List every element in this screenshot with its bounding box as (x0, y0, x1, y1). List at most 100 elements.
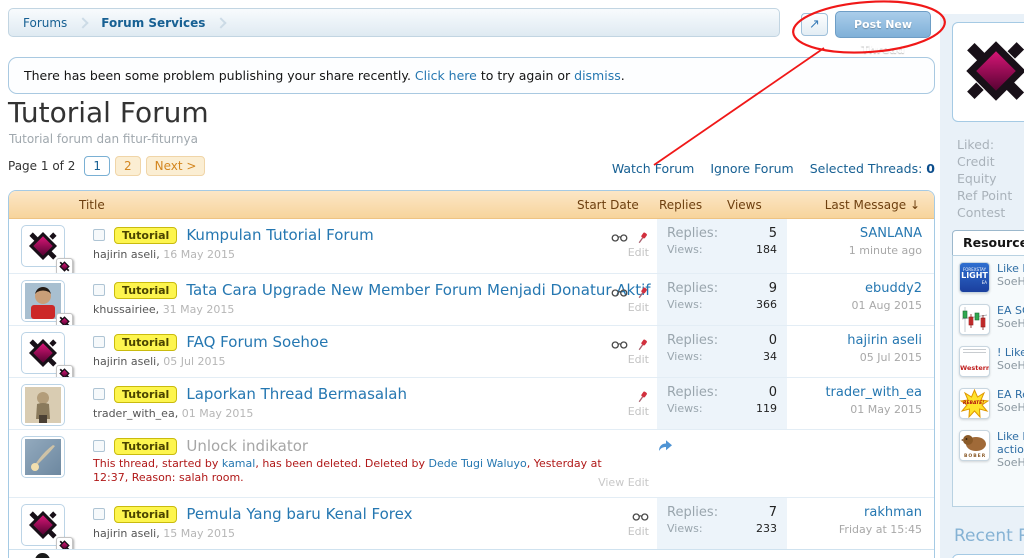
last-message-time[interactable]: 05 Jul 2015 (847, 351, 922, 364)
thread-author[interactable]: trader_with_ea, (93, 407, 178, 420)
last-message-time[interactable]: Friday at 15:45 (839, 523, 922, 536)
moderator-link[interactable]: Dede Tugi Waluyo (429, 457, 527, 470)
last-message-time[interactable]: 01 Aug 2015 (852, 299, 922, 312)
resource-title-link[interactable]: EA SCA (997, 304, 1024, 317)
header-start-date[interactable]: Start Date (577, 191, 639, 219)
next-page-button[interactable]: Next > (146, 156, 206, 176)
avatar[interactable] (21, 504, 65, 546)
deleted-by-user-link[interactable]: kamal (222, 457, 255, 470)
last-message-time[interactable]: 1 minute ago (849, 244, 922, 257)
dismiss-link[interactable]: dismiss (574, 68, 621, 83)
page-1-button[interactable]: 1 (84, 156, 110, 176)
tutorial-tag[interactable]: Tutorial (114, 334, 177, 351)
stat-contest[interactable]: Contest (957, 204, 1012, 221)
thread-title-link[interactable]: Pemula Yang baru Kenal Forex (186, 505, 412, 523)
views-count: 184 (756, 243, 777, 256)
last-message-cell: SANLANA 1 minute ago (849, 226, 922, 257)
last-message-user[interactable]: hajirin aseli (847, 333, 922, 348)
avatar[interactable] (21, 332, 65, 374)
resource-title-link[interactable]: EA Reb (997, 388, 1024, 401)
resource-title-link[interactable]: ! Like (997, 346, 1024, 359)
tutorial-tag[interactable]: Tutorial (114, 386, 177, 403)
stat-liked[interactable]: Liked: (957, 136, 1012, 153)
thread-checkbox[interactable] (93, 440, 105, 452)
western-icon[interactable]: Western (959, 346, 990, 377)
breadcrumb-forums[interactable]: Forums (9, 16, 81, 30)
thread-checkbox[interactable] (93, 284, 105, 296)
sketch-portrait-avatar (25, 387, 61, 423)
stat-equity[interactable]: Equity (957, 170, 1012, 187)
thread-byline: trader_with_ea, 01 May 2015 (93, 407, 253, 420)
thread-checkbox[interactable] (93, 336, 105, 348)
rebate-starburst-icon[interactable]: REBATE! (959, 388, 990, 419)
thread-author[interactable]: hajirin aseli, (93, 527, 160, 540)
last-message-user[interactable]: trader_with_ea (825, 385, 922, 400)
candlestick-chart-icon[interactable] (959, 304, 990, 335)
avatar[interactable] (21, 384, 65, 426)
resource-item: FOREXSTAY LIGHT EA Like F SoeHo (959, 262, 1024, 293)
breadcrumb-forum-services[interactable]: Forum Services (87, 16, 219, 30)
edit-link[interactable]: Edit (597, 246, 649, 259)
last-message-cell: hajirin aseli 05 Jul 2015 (847, 333, 922, 364)
forexstay-light-icon[interactable]: FOREXSTAY LIGHT EA (959, 262, 990, 293)
thread-checkbox[interactable] (93, 388, 105, 400)
tutorial-tag[interactable]: Tutorial (114, 506, 177, 523)
avatar[interactable] (21, 280, 65, 322)
last-message-user[interactable]: ebuddy2 (852, 281, 922, 296)
stat-ref-point[interactable]: Ref Point (957, 187, 1012, 204)
account-stats: Liked: Credit Equity Ref Point Contest (957, 136, 1012, 221)
thread-checkbox[interactable] (93, 229, 105, 241)
header-title[interactable]: Title (79, 191, 105, 219)
header-views[interactable]: Views (727, 191, 762, 219)
edit-link[interactable]: Edit (597, 301, 649, 314)
thread-title-link[interactable]: FAQ Forum Soehoe (186, 333, 328, 351)
thread-author[interactable]: hajirin aseli, (93, 248, 160, 261)
ignore-forum-link[interactable]: Ignore Forum (710, 161, 793, 176)
edit-link[interactable]: Edit (597, 525, 649, 538)
last-message-time[interactable]: 01 May 2015 (825, 403, 922, 416)
edit-link[interactable]: Edit (597, 405, 649, 418)
thread-byline: hajirin aseli, 05 Jul 2015 (93, 355, 226, 368)
header-last-message[interactable]: Last Message ↓ (825, 191, 920, 219)
sticky-pin-icon (636, 338, 649, 352)
avatar[interactable] (21, 436, 65, 478)
deleted-thread-title[interactable]: Unlock indikator (186, 437, 308, 455)
header-replies[interactable]: Replies (659, 191, 702, 219)
tutorial-tag[interactable]: Tutorial (114, 438, 177, 455)
edit-link[interactable]: Edit (597, 353, 649, 366)
watch-forum-link[interactable]: Watch Forum (612, 161, 695, 176)
click-here-link[interactable]: Click here (415, 68, 477, 83)
resource-title-link[interactable]: action (997, 443, 1024, 456)
stat-credit[interactable]: Credit (957, 153, 1012, 170)
last-message-user[interactable]: SANLANA (849, 226, 922, 241)
bober-beaver-icon[interactable]: BOBER (959, 430, 990, 461)
post-new-thread-button[interactable]: Post New Thread (835, 11, 931, 38)
tutorial-tag[interactable]: Tutorial (114, 227, 177, 244)
thread-checkbox[interactable] (93, 508, 105, 520)
thread-date: 05 Jul 2015 (163, 355, 225, 368)
quick-navigation-button[interactable]: ↗ (801, 13, 828, 36)
selected-threads[interactable]: Selected Threads:0 (810, 161, 935, 176)
resource-item: BOBER Like E action SoeHo (959, 430, 1024, 469)
soehoe-logo (961, 29, 1024, 113)
thread-author[interactable]: khussairiee, (93, 303, 159, 316)
thread-status-icons (597, 334, 649, 353)
avatar[interactable] (35, 553, 50, 558)
resource-title-link[interactable]: Like F (997, 262, 1024, 275)
sticky-pin-icon (636, 390, 649, 404)
resource-title-link[interactable]: Like E (997, 430, 1024, 443)
sticky-pin-icon (636, 231, 649, 245)
last-message-user[interactable]: rakhman (839, 505, 922, 520)
profile-logo-card[interactable] (952, 22, 1024, 122)
thread-title-link[interactable]: Laporkan Thread Bermasalah (186, 385, 407, 403)
avatar[interactable] (21, 225, 65, 267)
resources-tab[interactable]: Resources (952, 230, 1024, 255)
replies-views-cell: Replies:5 Views:184 (657, 219, 787, 273)
view-edit-link[interactable]: View Edit (557, 476, 649, 489)
thread-status-icons (597, 227, 649, 246)
thread-author[interactable]: hajirin aseli, (93, 355, 160, 368)
page-2-button[interactable]: 2 (115, 156, 141, 176)
tutorial-tag[interactable]: Tutorial (114, 282, 177, 299)
thread-title-link[interactable]: Tata Cara Upgrade New Member Forum Menja… (186, 281, 650, 299)
thread-title-link[interactable]: Kumpulan Tutorial Forum (186, 226, 373, 244)
